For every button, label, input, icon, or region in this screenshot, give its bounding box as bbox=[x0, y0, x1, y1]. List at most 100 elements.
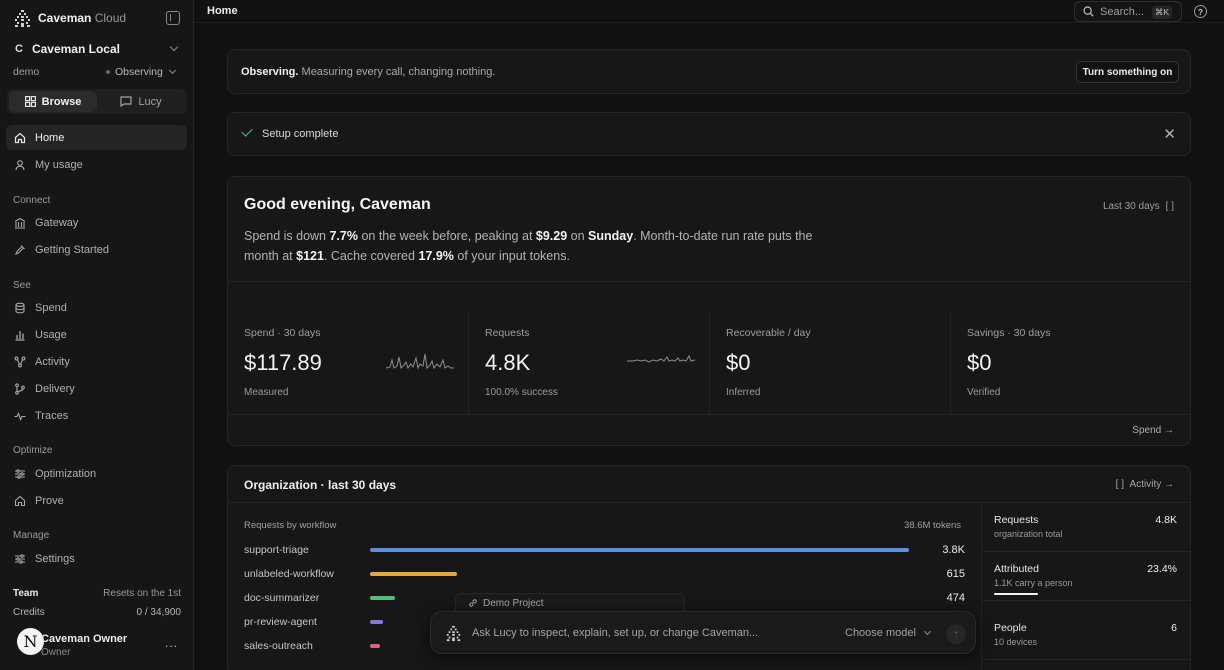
team-label: Team bbox=[13, 588, 39, 599]
spend-summary: Spend is down 7.7% on the week before, p… bbox=[244, 226, 824, 266]
project-tag[interactable]: Demo Project bbox=[455, 593, 685, 612]
environment-name: demo bbox=[13, 66, 40, 78]
kpi-savings[interactable]: Savings · 30 days $0 Verified bbox=[951, 310, 1192, 416]
sidebar-item-label: Optimization bbox=[35, 467, 97, 480]
sidebar-item-spend[interactable]: Spend bbox=[6, 295, 187, 320]
sidebar-item-prove[interactable]: Prove bbox=[6, 488, 187, 513]
kpi-label: Requests bbox=[485, 327, 530, 339]
sidebar-item-activity[interactable]: Activity bbox=[6, 349, 187, 374]
kpi-label: Savings · 30 days bbox=[967, 327, 1051, 339]
close-icon[interactable]: ✕ bbox=[1163, 125, 1176, 143]
section-connect: Connect bbox=[13, 195, 51, 206]
kpi-label: Spend · 30 days bbox=[244, 327, 321, 339]
section-see: See bbox=[13, 280, 31, 291]
kpi-recoverable[interactable]: Recoverable / day $0 Inferred bbox=[710, 310, 951, 416]
lucy-chat-box: Ask Lucy to inspect, explain, set up, or… bbox=[430, 611, 976, 654]
collapse-sidebar-icon[interactable] bbox=[166, 11, 180, 25]
sliders-icon bbox=[14, 553, 26, 565]
org-stat[interactable]: Requests organization total 4.8K bbox=[982, 503, 1190, 552]
credits-value: 0 / 34,900 bbox=[136, 607, 181, 618]
kpi-sub: Measured bbox=[244, 387, 289, 398]
sidebar-item-optimization[interactable]: Optimization bbox=[6, 461, 187, 486]
chat-input[interactable]: Ask Lucy to inspect, explain, set up, or… bbox=[472, 627, 758, 639]
search-icon bbox=[1083, 6, 1094, 17]
expand-icon: [ ] bbox=[1165, 201, 1174, 212]
user-menu[interactable]: N Caveman Owner Owner ... bbox=[15, 628, 183, 658]
kpi-spend[interactable]: Spend · 30 days $117.89 Measured bbox=[228, 310, 469, 416]
kpi-sub: Inferred bbox=[726, 387, 761, 398]
sidebar-item-delivery[interactable]: Delivery bbox=[6, 376, 187, 401]
sidebar-item-label: Spend bbox=[35, 301, 67, 314]
avatar: N bbox=[17, 628, 44, 655]
workflow-bar bbox=[370, 548, 909, 552]
stat-sub: 10 devices bbox=[994, 637, 1038, 647]
sidebar-item-label: Settings bbox=[35, 552, 75, 565]
database-icon bbox=[14, 302, 26, 314]
turn-something-on-button[interactable]: Turn something on bbox=[1076, 61, 1179, 83]
lucy-toggle[interactable]: Lucy bbox=[97, 91, 185, 112]
sidebar-item-gateway[interactable]: Gateway bbox=[6, 210, 187, 235]
sidebar-item-getting-started[interactable]: Getting Started bbox=[6, 237, 187, 262]
kpi-value: 4.8K bbox=[485, 350, 531, 375]
workflow-name: sales-outreach bbox=[244, 640, 313, 652]
workflow-name: support-triage bbox=[244, 544, 309, 556]
search-placeholder: Search... bbox=[1100, 5, 1145, 18]
search-button[interactable]: Search... ⌘K bbox=[1074, 1, 1182, 22]
kpi-sub: Verified bbox=[967, 387, 1001, 398]
sidebar-item-traces[interactable]: Traces bbox=[6, 403, 187, 428]
sidebar-item-home[interactable]: Home bbox=[6, 125, 187, 150]
app-root: Caveman Cloud C Caveman Local demo Obser… bbox=[0, 0, 1224, 670]
workflow-bar bbox=[370, 644, 380, 648]
workflow-row[interactable]: support-triage 3.8K bbox=[244, 544, 965, 558]
mode-label: Observing bbox=[115, 66, 163, 78]
building-icon bbox=[14, 217, 26, 229]
home-icon bbox=[14, 495, 26, 507]
chat-bubble-icon bbox=[120, 96, 132, 107]
kpi-value: $0 bbox=[967, 350, 992, 375]
stat-name: Requests bbox=[994, 514, 1039, 526]
link-icon bbox=[469, 599, 477, 607]
date-range-label: Last 30 days bbox=[1102, 201, 1160, 212]
org-stat[interactable]: People 10 devices 6 bbox=[982, 611, 1190, 660]
mode-selector[interactable]: Observing bbox=[106, 66, 176, 78]
browse-label: Browse bbox=[41, 95, 82, 108]
model-selector[interactable]: Choose model bbox=[845, 627, 932, 639]
section-manage: Manage bbox=[13, 530, 50, 541]
summary-text: . Cache covered bbox=[323, 249, 419, 263]
date-range-selector[interactable]: Last 30 days [ ] bbox=[1103, 201, 1174, 212]
environment-row: demo Observing bbox=[13, 66, 181, 80]
sidebar-item-my-usage[interactable]: My usage bbox=[6, 152, 187, 177]
more-options-icon[interactable]: ... bbox=[165, 636, 178, 650]
sidebar-item-usage[interactable]: Usage bbox=[6, 322, 187, 347]
brand[interactable]: Caveman Cloud bbox=[13, 9, 126, 27]
stat-val: 4.8K bbox=[1155, 514, 1177, 526]
sidebar-item-label: Gateway bbox=[35, 216, 79, 229]
send-button[interactable]: ↑ bbox=[946, 624, 966, 644]
spend-link[interactable]: Spend → bbox=[1132, 425, 1174, 436]
home-overview-card: Good evening, Caveman Last 30 days [ ] S… bbox=[227, 176, 1191, 446]
workflow-row[interactable]: unlabeled-workflow 615 bbox=[244, 568, 965, 582]
workspace-switcher[interactable]: C Caveman Local bbox=[8, 38, 186, 60]
chevron-down-icon bbox=[923, 627, 932, 636]
activity-link[interactable]: [ ] Activity → bbox=[1116, 479, 1174, 490]
workflow-name: doc-summarizer bbox=[244, 592, 320, 604]
attributed-bar bbox=[994, 593, 1038, 595]
breadcrumb[interactable]: Home bbox=[207, 5, 238, 17]
sidebar-item-settings[interactable]: Settings bbox=[6, 546, 187, 571]
expand-icon: [ ] bbox=[1115, 479, 1124, 490]
workflow-bar bbox=[370, 620, 383, 624]
org-stat[interactable]: Attributed 1.1K carry a person 23.4% bbox=[982, 552, 1190, 601]
kpi-requests[interactable]: Requests 4.8K 100.0% success bbox=[469, 310, 710, 416]
browse-toggle[interactable]: Browse bbox=[9, 91, 97, 112]
stat-sub: organization total bbox=[994, 529, 1063, 539]
workflow-name: unlabeled-workflow bbox=[244, 568, 334, 580]
pulse-icon bbox=[14, 410, 26, 422]
help-icon[interactable]: ? bbox=[1194, 5, 1207, 18]
credits-label: Credits bbox=[13, 607, 45, 618]
observing-text: Observing. Measuring every call, changin… bbox=[241, 66, 495, 78]
workflow-name: pr-review-agent bbox=[244, 616, 317, 628]
main-content: Home Search... ⌘K ? Observing. Measuring… bbox=[194, 0, 1224, 670]
stat-name: People bbox=[994, 622, 1027, 634]
summary-value: $9.29 bbox=[535, 229, 568, 243]
sidebar-item-label: Usage bbox=[35, 328, 67, 341]
